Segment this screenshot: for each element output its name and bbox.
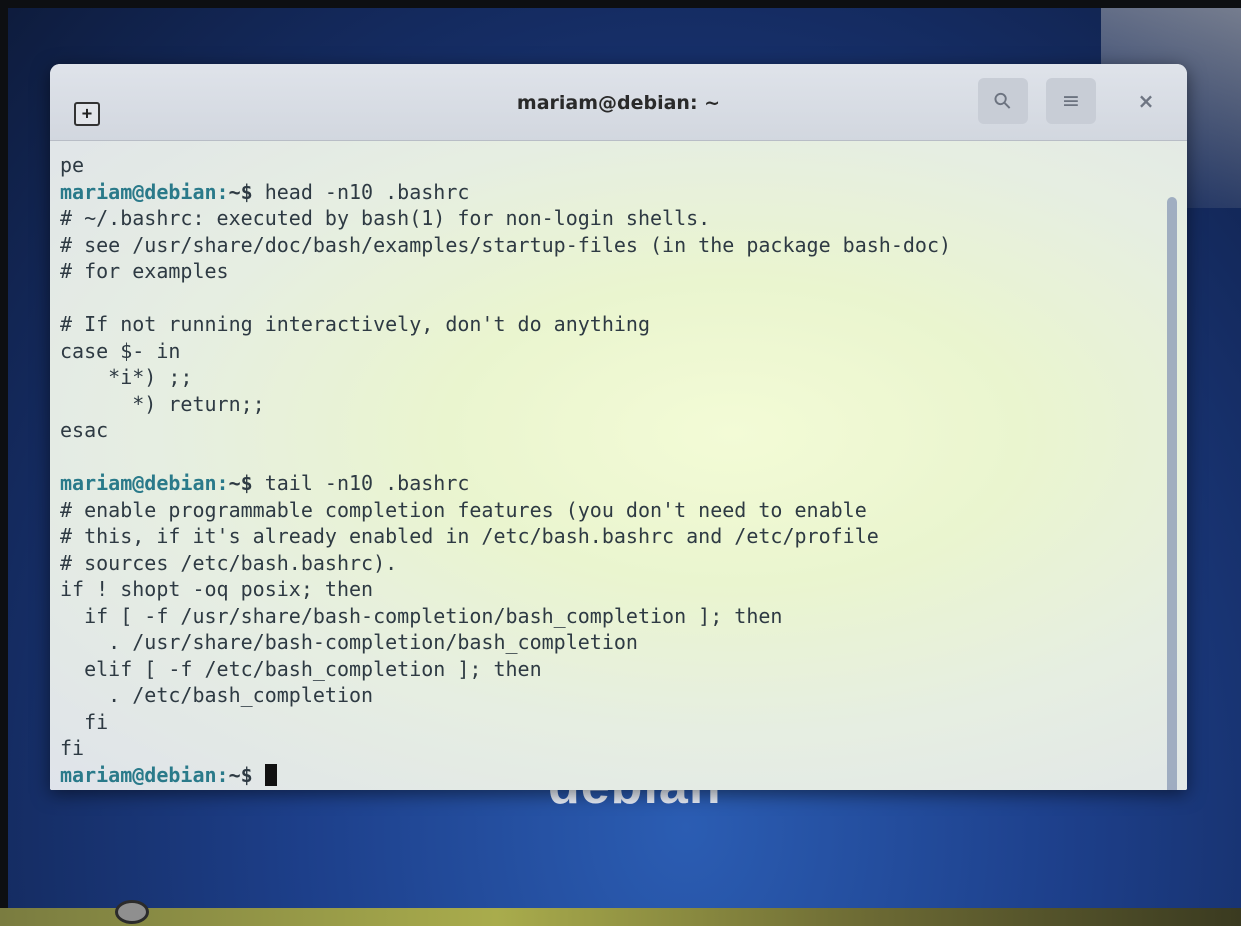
close-button[interactable]: × xyxy=(1133,88,1159,114)
terminal-line: *) return;; xyxy=(60,391,1157,418)
output-text: case $- in xyxy=(60,338,181,363)
output-text: # this, if it's already enabled in /etc/… xyxy=(60,524,879,548)
terminal-line: elif [ -f /etc/bash_completion ]; then xyxy=(60,656,1157,683)
terminal-line: # this, if it's already enabled in /etc/… xyxy=(60,523,1157,550)
monitor-button xyxy=(115,900,149,924)
output-text: elif [ -f /etc/bash_completion ]; then xyxy=(60,656,542,681)
terminal-line: # If not running interactively, don't do… xyxy=(60,311,1157,338)
output-text: # enable programmable completion feature… xyxy=(60,497,867,522)
prompt-user-host: mariam@debian: xyxy=(60,179,229,204)
output-text: esac xyxy=(60,418,109,442)
terminal-line: mariam@debian:~$ xyxy=(60,762,1157,789)
prompt-user-host: mariam@debian: xyxy=(60,471,229,495)
output-text: # ~/.bashrc: executed by bash(1) for non… xyxy=(60,206,711,230)
prompt-path: ~$ xyxy=(228,471,253,495)
terminal-line: if [ -f /usr/share/bash-completion/bash_… xyxy=(60,603,1157,630)
text-cursor xyxy=(264,763,277,786)
terminal-line: # see /usr/share/doc/bash/examples/start… xyxy=(60,232,1157,259)
terminal-line: # for examples xyxy=(60,258,1157,285)
terminal-line: pe xyxy=(60,152,1157,179)
output-text: fi xyxy=(60,709,109,734)
terminal-output: pe mariam@debian:~$ head -n10 .bashrc # ~/… xyxy=(60,152,1157,788)
terminal-line: case $- in xyxy=(60,338,1157,365)
output-text: if ! shopt -oq posix; then xyxy=(60,577,374,601)
output-text: if [ -f /usr/share/bash-completion/bash_… xyxy=(60,603,783,628)
hamburger-menu-icon: ≡ xyxy=(1061,88,1081,114)
terminal-line: mariam@debian:~$ tail -n10 .bashrc xyxy=(60,470,1157,497)
search-icon: ⚲ xyxy=(988,86,1018,116)
prompt-path: ~$ xyxy=(228,179,253,204)
close-icon: × xyxy=(1137,89,1155,113)
output-text: *) return;; xyxy=(60,391,265,416)
terminal-line: # ~/.bashrc: executed by bash(1) for non… xyxy=(60,205,1157,232)
search-button[interactable]: ⚲ xyxy=(978,78,1028,124)
output-text: pe xyxy=(60,153,85,177)
terminal-line: . /etc/bash_completion xyxy=(60,682,1157,709)
terminal-line: fi xyxy=(60,735,1157,762)
output-text: *i*) ;; xyxy=(60,365,193,389)
terminal-line: if ! shopt -oq posix; then xyxy=(60,576,1157,603)
terminal-line: . /usr/share/bash-completion/bash_comple… xyxy=(60,629,1157,656)
output-text: # for examples xyxy=(60,259,229,283)
prompt-path: ~$ xyxy=(228,762,253,787)
output-text: fi xyxy=(60,736,85,760)
command-text: tail -n10 .bashrc xyxy=(252,471,470,495)
output-text: . /etc/bash_completion xyxy=(60,683,374,707)
prompt-user-host: mariam@debian: xyxy=(60,762,229,787)
monitor-bezel xyxy=(0,900,1241,926)
menu-button[interactable]: ≡ xyxy=(1046,78,1096,124)
terminal-area[interactable]: pe mariam@debian:~$ head -n10 .bashrc # ~/… xyxy=(50,141,1187,790)
terminal-line: *i*) ;; xyxy=(60,364,1157,391)
terminal-line: fi xyxy=(60,709,1157,736)
output-text: # If not running interactively, don't do… xyxy=(60,312,651,336)
header-bar[interactable]: + mariam@debian: ~ ⚲ ≡ × xyxy=(50,64,1187,141)
terminal-line: esac xyxy=(60,417,1157,444)
output-text: # see /usr/share/doc/bash/examples/start… xyxy=(60,232,952,257)
screen: debian + mariam@debian: ~ ⚲ ≡ × pemariam… xyxy=(8,8,1241,918)
terminal-line: # enable programmable completion feature… xyxy=(60,497,1157,524)
output-text: # sources /etc/bash.bashrc). xyxy=(60,550,398,575)
terminal-line: # sources /etc/bash.bashrc). xyxy=(60,550,1157,577)
scrollbar[interactable] xyxy=(1167,197,1177,790)
output-text: . /usr/share/bash-completion/bash_comple… xyxy=(60,630,638,654)
command-text xyxy=(253,763,265,787)
command-text: head -n10 .bashrc xyxy=(252,179,470,204)
terminal-line: mariam@debian:~$ head -n10 .bashrc xyxy=(60,179,1157,206)
terminal-window[interactable]: + mariam@debian: ~ ⚲ ≡ × pe mariam@debian… xyxy=(50,64,1187,790)
